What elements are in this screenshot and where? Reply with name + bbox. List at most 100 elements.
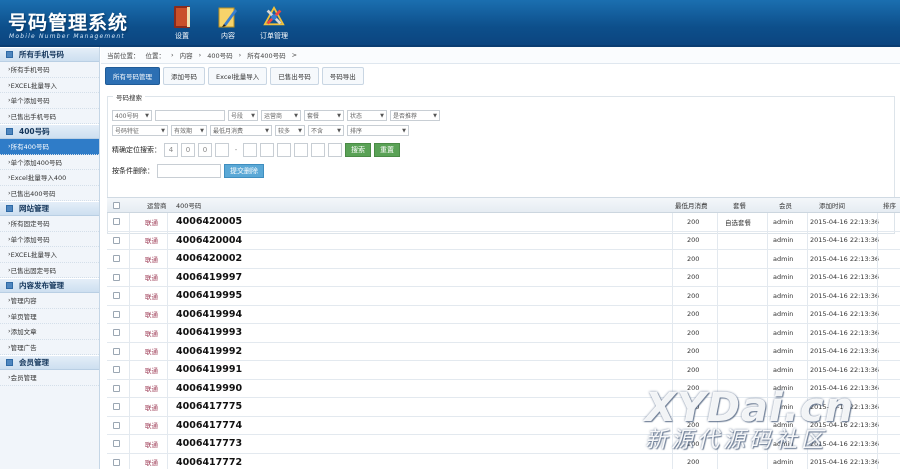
select-all-checkbox[interactable] xyxy=(113,198,120,212)
row-number[interactable]: 4006420004 xyxy=(176,232,242,250)
row-number[interactable]: 4006420002 xyxy=(176,250,242,268)
tab-excel-import[interactable]: Excel批量导入 xyxy=(208,67,268,85)
segment-select[interactable]: 号段 ▼ xyxy=(228,110,258,121)
sidebar-item[interactable]: › EXCEL批量导入 xyxy=(0,78,99,93)
sidebar-item[interactable]: › 已售出手机号码 xyxy=(0,109,99,124)
number-type-select[interactable]: 400号码 ▼ xyxy=(112,110,152,121)
row-number[interactable]: 4006419994 xyxy=(176,306,242,324)
column-divider xyxy=(877,398,878,416)
sidebar-item[interactable]: › EXCEL批量导入 xyxy=(0,247,99,263)
watermark: XYDai.cn 新源代源码社区 xyxy=(645,388,854,454)
row-min-fee: 200 xyxy=(687,273,700,282)
exclude-select[interactable]: 不含 ▼ xyxy=(308,125,344,136)
digit-input[interactable] xyxy=(311,143,325,157)
row-number[interactable]: 4006419991 xyxy=(176,361,242,379)
row-number[interactable]: 4006417775 xyxy=(176,398,242,416)
sidebar-item[interactable]: › 单个添加400号码 xyxy=(0,155,99,170)
column-divider xyxy=(877,213,878,231)
row-number[interactable]: 4006419990 xyxy=(176,380,242,398)
sidebar-group-site[interactable]: 网站管理 xyxy=(0,201,99,216)
validity-select[interactable]: 有效期 ▼ xyxy=(171,125,207,136)
recommend-select[interactable]: 是否推荐 ▼ xyxy=(390,110,440,121)
row-number[interactable]: 4006419992 xyxy=(176,343,242,361)
sort-select[interactable]: 排序 ▼ xyxy=(347,125,409,136)
topnav-settings[interactable]: 设置 xyxy=(162,4,202,41)
topnav-content[interactable]: 内容 xyxy=(208,4,248,41)
sidebar-item[interactable]: › 单个添加号码 xyxy=(0,93,99,109)
tab-sold[interactable]: 已售出号码 xyxy=(270,67,319,85)
digit-input[interactable] xyxy=(215,143,229,157)
row-checkbox[interactable] xyxy=(113,232,120,250)
sidebar-item[interactable]: › 管理广告 xyxy=(0,340,99,355)
column-divider xyxy=(807,324,808,342)
topnav-orders[interactable]: 订单管理 xyxy=(254,4,294,41)
status-select[interactable]: 状态 ▼ xyxy=(347,110,387,121)
digit-input[interactable] xyxy=(328,143,342,157)
number-input[interactable] xyxy=(155,110,225,121)
digit-input[interactable]: 0 xyxy=(181,143,195,157)
row-checkbox[interactable] xyxy=(113,250,120,268)
search-legend: 号码搜索 xyxy=(113,92,145,102)
carrier-select[interactable]: 运营商 ▼ xyxy=(261,110,301,121)
digit-input[interactable] xyxy=(260,143,274,157)
sidebar-item[interactable]: › 单个添加号码 xyxy=(0,232,99,247)
digit-input[interactable]: 0 xyxy=(198,143,212,157)
search-button[interactable]: 搜索 xyxy=(345,143,371,157)
column-divider xyxy=(167,268,168,286)
row-checkbox[interactable] xyxy=(113,398,120,416)
row-checkbox[interactable] xyxy=(113,269,120,287)
sidebar-group-member[interactable]: 会员管理 xyxy=(0,355,99,370)
row-checkbox[interactable] xyxy=(113,324,120,342)
tab-add-number[interactable]: 添加号码 xyxy=(163,67,205,85)
sidebar-item[interactable]: › 已售出400号码 xyxy=(0,186,99,201)
row-number[interactable]: 4006419993 xyxy=(176,324,242,342)
min-fee-select[interactable]: 最低月消费 ▼ xyxy=(210,125,272,136)
digit-input[interactable] xyxy=(243,143,257,157)
sidebar-item[interactable]: › 管理内容 xyxy=(0,293,99,309)
row-checkbox[interactable] xyxy=(113,361,120,379)
row-checkbox[interactable] xyxy=(113,343,120,361)
row-checkbox[interactable] xyxy=(113,454,120,469)
row-number[interactable]: 4006417773 xyxy=(176,435,242,453)
row-checkbox[interactable] xyxy=(113,213,120,231)
sidebar-group-400[interactable]: 400号码 xyxy=(0,124,99,139)
row-carrier: 联通 xyxy=(145,329,158,338)
reset-button[interactable]: 重置 xyxy=(374,143,400,157)
sidebar-item[interactable]: › 单页管理 xyxy=(0,309,99,324)
row-number[interactable]: 4006419997 xyxy=(176,269,242,287)
sidebar-item[interactable]: › 会员管理 xyxy=(0,370,99,386)
sidebar-group-content[interactable]: 内容发布管理 xyxy=(0,278,99,293)
column-divider xyxy=(807,305,808,323)
app-subtitle: Mobile Number Management xyxy=(9,33,125,40)
sidebar-item[interactable]: › 已售出固定号码 xyxy=(0,263,99,278)
tab-all-numbers[interactable]: 所有号码管理 xyxy=(105,67,160,85)
digit-input[interactable] xyxy=(294,143,308,157)
sidebar-item[interactable]: › Excel批量导入400 xyxy=(0,170,99,186)
row-number[interactable]: 4006420005 xyxy=(176,213,242,231)
row-number[interactable]: 4006419995 xyxy=(176,287,242,305)
row-checkbox[interactable] xyxy=(113,306,120,324)
row-checkbox[interactable] xyxy=(113,380,120,398)
column-divider xyxy=(877,268,878,286)
package-select[interactable]: 套餐 ▼ xyxy=(304,110,344,121)
row-checkbox[interactable] xyxy=(113,417,120,435)
row-checkbox[interactable] xyxy=(113,287,120,305)
row-member: admin xyxy=(773,217,794,226)
sidebar-item[interactable]: › 所有手机号码 xyxy=(0,62,99,78)
tab-export[interactable]: 号码导出 xyxy=(321,67,364,85)
sidebar-item-all-400[interactable]: › 所有400号码 xyxy=(0,139,99,155)
sidebar-group-mobile[interactable]: 所有手机号码 xyxy=(0,47,99,62)
feature-select[interactable]: 号码特征 ▼ xyxy=(112,125,168,136)
table-row: 联通 4006419991 200 admin 2015-04-16 22:13:36 xyxy=(107,361,900,380)
sidebar-item[interactable]: › 所有固定号码 xyxy=(0,216,99,232)
delete-submit-button[interactable]: 提交删除 xyxy=(224,164,264,178)
column-divider xyxy=(767,287,768,305)
row-number[interactable]: 4006417772 xyxy=(176,454,242,469)
digit-input[interactable]: 4 xyxy=(164,143,178,157)
delete-condition-input[interactable] xyxy=(157,164,221,178)
sidebar-item[interactable]: › 添加文章 xyxy=(0,324,99,340)
row-number[interactable]: 4006417774 xyxy=(176,417,242,435)
more-select[interactable]: 较多 ▼ xyxy=(275,125,305,136)
digit-input[interactable] xyxy=(277,143,291,157)
row-checkbox[interactable] xyxy=(113,435,120,453)
